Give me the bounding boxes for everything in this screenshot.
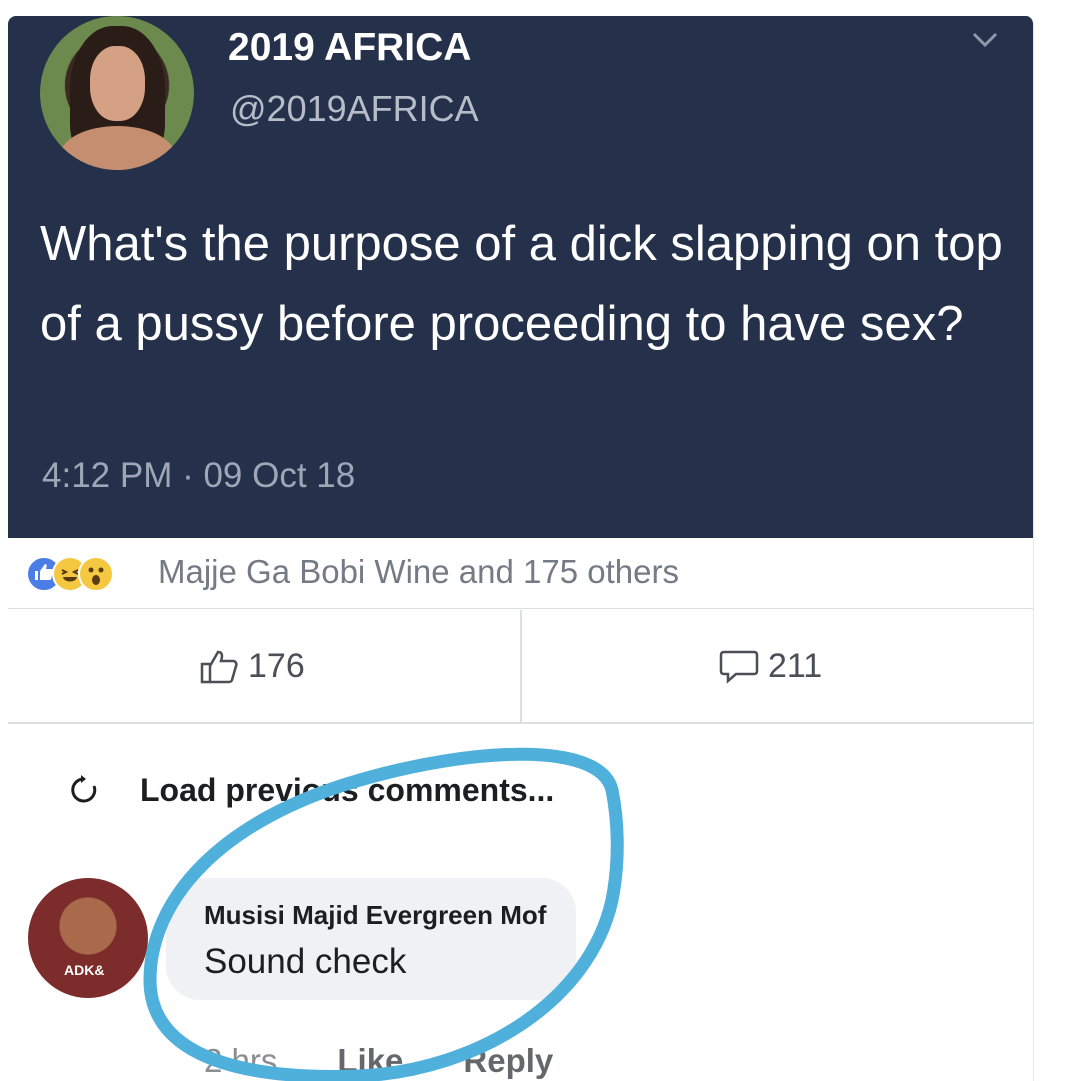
comment-time: 2 hrs [204,1042,278,1079]
profile-avatar[interactable] [40,16,194,170]
thumbs-up-icon [200,650,238,684]
display-name[interactable]: 2019 AFRICA [228,26,471,70]
comment-count-button[interactable]: 211 [718,646,822,686]
reaction-icons [26,556,166,592]
like-count-button[interactable]: 176 [198,646,305,686]
chevron-down-icon[interactable] [970,30,1000,50]
comment-count: 211 [768,646,823,685]
tweet-text: What's the purpose of a dick slapping on… [40,217,1003,351]
reaction-summary-text[interactable]: Majje Ga Bobi Wine and 175 others [158,553,679,591]
load-previous-comments[interactable]: Load previous comments... [68,768,554,812]
engagement-counts: 176 211 [8,610,1033,724]
tweet-screenshot: 2019 AFRICA @2019AFRICA What's the purpo… [8,16,1033,538]
comment-like-button[interactable]: Like [337,1042,403,1080]
wow-icon [78,556,114,592]
comment-bubble: Musisi Majid Evergreen Mof Sound check [166,878,576,1000]
refresh-icon [71,775,97,803]
user-handle[interactable]: @2019AFRICA [230,88,479,130]
speech-bubble-icon [719,650,759,684]
divider [520,610,522,722]
reactions-summary[interactable]: Majje Ga Bobi Wine and 175 others [8,538,1033,609]
post-card: 2019 AFRICA @2019AFRICA What's the purpo… [8,16,1034,1081]
like-count: 176 [248,646,305,685]
commenter-avatar[interactable]: ADK& [28,878,148,998]
comment-author[interactable]: Musisi Majid Evergreen Mof [204,900,546,931]
avatar-tag: ADK& [64,962,105,978]
comment-reply-button[interactable]: Reply [463,1042,553,1080]
tweet-timestamp: 4:12 PM · 09 Oct 18 [42,456,356,495]
load-previous-label[interactable]: Load previous comments... [140,772,554,809]
comment-text: Sound check [204,942,407,981]
comment-actions: 2 hrs Like Reply [204,1042,553,1080]
